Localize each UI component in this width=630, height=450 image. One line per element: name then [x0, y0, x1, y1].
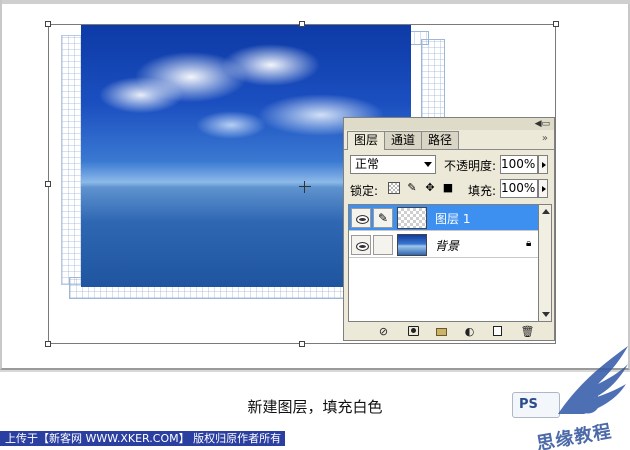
new-layer-icon[interactable] [490, 324, 505, 339]
palette-toolbar: ⊘ ◐ 🗑︎ [348, 324, 552, 340]
lock-icon: 🔒︎ [526, 238, 532, 249]
frame-bottom-rule [0, 370, 630, 372]
layers-list: ✎ 图层 1 背景 🔒︎ [348, 204, 539, 322]
frame-top-border [2, 0, 630, 4]
tab-paths[interactable]: 路径 [421, 131, 460, 149]
lock-move-icon[interactable]: ✥ [424, 182, 436, 194]
transform-handle-top-left[interactable] [45, 21, 51, 27]
scroll-down-icon[interactable] [542, 312, 550, 317]
layer-mask-icon[interactable] [406, 324, 421, 339]
opacity-label: 不透明度: [444, 159, 497, 173]
layer-group-icon[interactable] [434, 324, 449, 339]
blend-mode-select[interactable]: 正常 [350, 155, 436, 174]
chevron-down-icon [424, 162, 432, 167]
transform-handle-top-right[interactable] [553, 21, 559, 27]
eye-icon[interactable] [351, 235, 371, 255]
lock-fill-row: 锁定: ✎ ✥ ■ 填充: 100% [350, 179, 550, 199]
fill-label: 填充: [468, 184, 497, 198]
opacity-slider-button[interactable] [538, 155, 548, 174]
transform-handle-bottom-left[interactable] [45, 341, 51, 347]
layers-palette: ◀▭ 图层 通道 路径 » 正常 不透明度: 100% 锁定: ✎ ✥ ■ 填充… [343, 117, 555, 341]
transform-handle-top[interactable] [299, 21, 305, 27]
lock-label: 锁定: [350, 184, 379, 198]
crosshair-icon [299, 181, 311, 193]
layers-scrollbar[interactable] [538, 204, 552, 322]
layer-row-background[interactable]: 背景 🔒︎ [349, 232, 539, 258]
layer-name: 背景 [435, 239, 460, 253]
transform-handle-left[interactable] [45, 181, 51, 187]
upload-footer: 上传于【新客网 WWW.XKER.COM】 版权归原作者所有 [0, 431, 285, 446]
adjustment-layer-icon[interactable]: ◐ [462, 324, 477, 339]
palette-menu-icon[interactable]: ◀▭ [535, 119, 550, 129]
trash-icon[interactable]: 🗑︎ [520, 324, 535, 339]
layer-thumbnail [397, 234, 427, 256]
tab-layers[interactable]: 图层 [347, 131, 386, 150]
blend-mode-value: 正常 [355, 157, 380, 171]
brush-icon[interactable]: ✎ [373, 208, 393, 228]
lock-transparency-icon[interactable] [388, 182, 400, 194]
palette-tabs: 图层 通道 路径 [347, 131, 460, 150]
opacity-input[interactable]: 100% [500, 155, 538, 174]
blend-opacity-row: 正常 不透明度: 100% [350, 155, 550, 175]
lock-icon[interactable]: ■ [442, 182, 454, 194]
fill-slider-button[interactable] [538, 179, 548, 198]
transform-handle-bottom[interactable] [299, 341, 305, 347]
fill-input[interactable]: 100% [500, 179, 538, 198]
scroll-up-icon[interactable] [542, 209, 550, 214]
layer-name: 图层 1 [435, 212, 471, 226]
tab-channels[interactable]: 通道 [384, 131, 423, 149]
lock-paint-icon[interactable]: ✎ [406, 182, 418, 194]
palette-more-icon[interactable]: » [542, 133, 548, 144]
layer-thumbnail [397, 207, 427, 229]
layer-row-layer1[interactable]: ✎ 图层 1 [349, 205, 539, 231]
link-slot[interactable] [373, 235, 393, 255]
palette-titlebar[interactable]: ◀▭ [344, 118, 554, 130]
layer-style-icon[interactable]: ⊘ [376, 324, 391, 339]
eye-icon[interactable] [351, 208, 371, 228]
